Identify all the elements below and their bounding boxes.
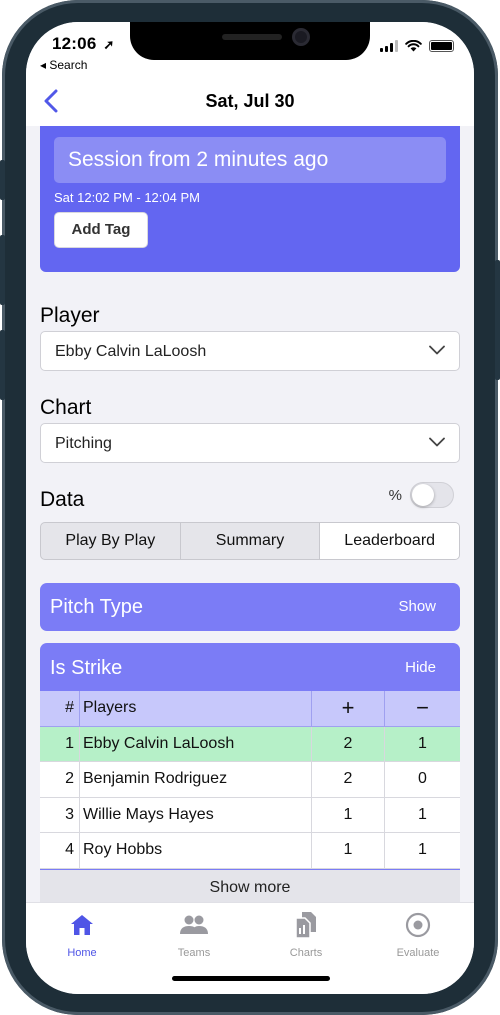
table-row[interactable]: 3 Willie Mays Hayes 1 1 [40,797,460,833]
nav-title: Sat, Jul 30 [205,91,295,111]
chart-select[interactable]: Pitching [40,423,460,463]
table-row[interactable]: 4 Roy Hobbs 1 1 [40,833,460,869]
tab-summary[interactable]: Summary [181,523,321,559]
row-player-name: Ebby Calvin LaLoosh [80,726,312,762]
nav-bar: Sat, Jul 30 [26,78,474,126]
row-player-name: Willie Mays Hayes [80,797,312,833]
data-view-segmented-control: Play By Play Summary Leaderboard [40,522,460,560]
notch [130,22,370,60]
row-rank: 3 [40,797,80,833]
row-player-name: Benjamin Rodriguez [80,762,312,798]
people-icon [180,915,208,934]
pitch-type-card: Pitch Type Show [40,583,460,631]
wifi-icon [405,40,422,52]
status-time: 12:06 ➚ [52,34,115,54]
tabbar-item-evaluate[interactable]: Evaluate [378,911,458,959]
volume-up-button [0,235,5,305]
row-plus-count: 1 [312,797,385,833]
tabbar-label-home: Home [67,947,97,959]
header-num: # [40,691,80,727]
session-title: Session from 2 minutes ago [54,137,446,183]
tabbar-item-home[interactable]: Home [42,911,122,959]
leaderboard-table: # Players + − 1 Ebby Calvin LaLoosh 2 1 … [40,691,460,869]
header-players: Players [80,691,312,727]
status-time-text: 12:06 [52,34,97,53]
mute-switch [0,160,5,200]
home-indicator [172,976,330,981]
row-plus-count: 2 [312,762,385,798]
show-more-button[interactable]: Show more [40,870,460,905]
table-row[interactable]: 2 Benjamin Rodriguez 2 0 [40,762,460,798]
home-icon [71,915,93,935]
is-strike-title: Is Strike [50,657,123,679]
status-icons [380,40,454,52]
percent-toggle-row: % [389,482,454,508]
volume-down-button [0,330,5,400]
row-minus-count: 1 [385,727,460,762]
tabbar-item-teams[interactable]: Teams [154,911,234,959]
data-label: Data [40,488,85,511]
player-select[interactable]: Ebby Calvin LaLoosh [40,331,460,371]
phone-screen: 12:06 ➚ ◂ Search Sat, Jul 30 Session fro… [26,22,474,994]
row-player-name: Roy Hobbs [80,833,312,869]
player-label: Player [40,304,100,327]
chevron-down-icon [429,437,445,447]
target-icon [405,912,431,938]
session-card: Session from 2 minutes ago Sat 12:02 PM … [40,126,460,272]
pitch-type-title: Pitch Type [50,596,144,618]
documents-icon [295,912,316,939]
row-rank: 4 [40,833,80,869]
tabbar-label-evaluate: Evaluate [396,947,440,959]
chart-select-value: Pitching [55,435,112,452]
table-row[interactable]: 1 Ebby Calvin LaLoosh 2 1 [40,726,460,762]
header-plus: + [312,691,385,727]
tabbar-label-charts: Charts [289,947,323,959]
player-select-value: Ebby Calvin LaLoosh [55,343,207,360]
percent-toggle[interactable] [410,482,454,508]
location-arrow-icon: ➚ [103,37,115,52]
row-plus-count: 2 [312,726,385,762]
back-to-search-link[interactable]: ◂ Search [40,58,87,72]
row-minus-count: 1 [385,833,460,869]
cellular-signal-icon [380,40,398,52]
row-minus-count: 0 [385,762,460,798]
power-button [495,260,500,380]
row-plus-count: 1 [312,833,385,869]
header-minus: − [385,691,460,727]
battery-icon [429,40,454,52]
tabbar-item-charts[interactable]: Charts [266,911,346,959]
chevron-down-icon [429,345,445,355]
tab-play-by-play[interactable]: Play By Play [41,523,181,559]
is-strike-card: Is Strike Hide # Players + − 1 Ebby Calv… [40,643,460,905]
tab-leaderboard[interactable]: Leaderboard [320,523,459,559]
row-minus-count: 1 [385,798,460,833]
percent-label: % [388,486,402,504]
row-rank: 1 [40,726,80,762]
row-rank: 2 [40,762,80,798]
tabbar-label-teams: Teams [177,947,211,959]
pitch-type-show-button[interactable]: Show [398,598,436,615]
table-header-row: # Players + − [40,691,460,727]
is-strike-hide-button[interactable]: Hide [405,659,436,676]
add-tag-button[interactable]: Add Tag [54,212,148,248]
chart-label: Chart [40,396,92,419]
session-time-range: Sat 12:02 PM - 12:04 PM [54,190,200,205]
